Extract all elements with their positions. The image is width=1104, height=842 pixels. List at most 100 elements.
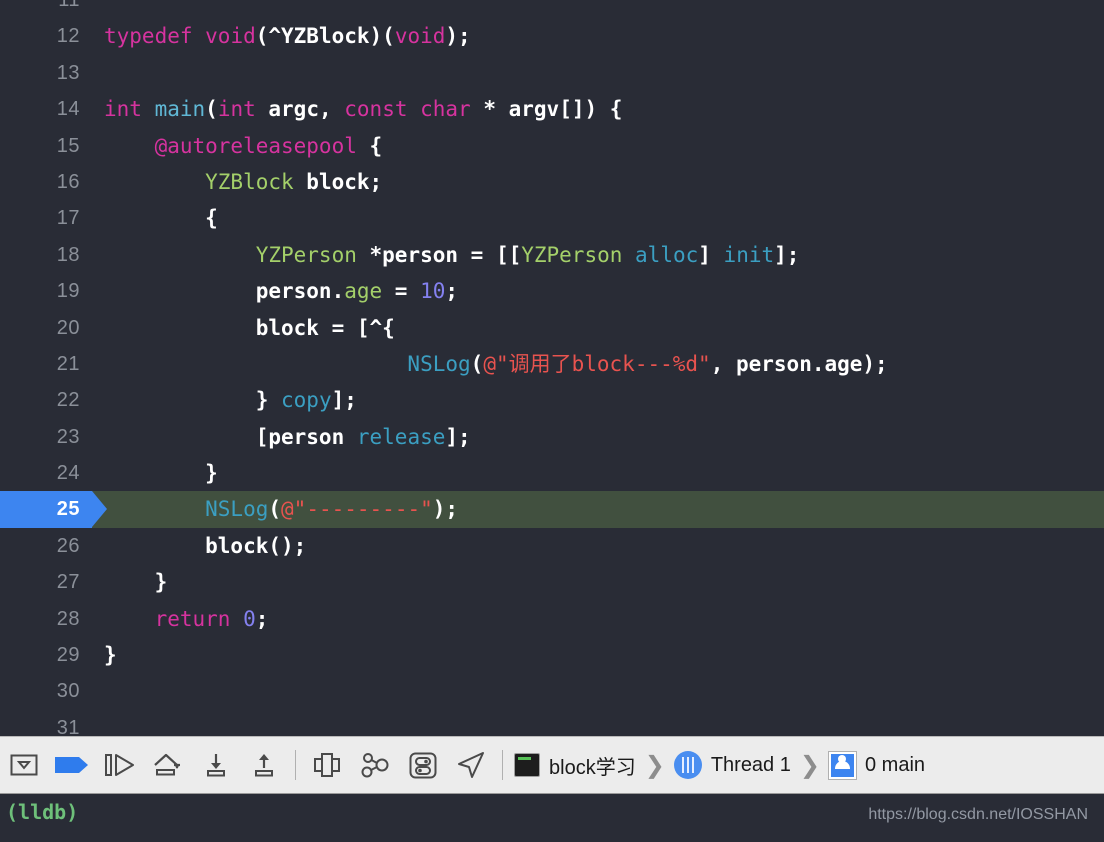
code-token: , — [318, 97, 345, 122]
debug-console[interactable]: (lldb) https://blog.csdn.net/IOSSHAN — [0, 794, 1104, 842]
code-line[interactable]: 24 } — [0, 455, 1104, 491]
code-token: typedef — [104, 24, 206, 49]
code-token: block; — [306, 169, 383, 194]
line-number[interactable]: 18 — [0, 237, 92, 273]
code-line[interactable]: 19 person.age = 10; — [0, 273, 1104, 309]
code-text[interactable]: YZPerson *person = [[YZPerson alloc] ini… — [104, 237, 800, 273]
code-line[interactable]: 29} — [0, 637, 1104, 673]
simulate-location-button[interactable] — [447, 742, 495, 788]
environment-overrides-button[interactable] — [399, 742, 447, 788]
line-number[interactable]: 27 — [0, 564, 92, 600]
code-token: = — [382, 279, 421, 304]
code-text[interactable]: } — [104, 637, 117, 673]
code-line[interactable]: 13 — [0, 55, 1104, 91]
step-out-button[interactable] — [240, 742, 288, 788]
line-number[interactable]: 21 — [0, 346, 92, 382]
code-text[interactable]: person.age = 10; — [104, 273, 458, 309]
code-token: } — [104, 461, 218, 486]
code-line-current[interactable]: 25 NSLog(@"---------"); — [0, 491, 1104, 528]
code-line[interactable]: 17 { — [0, 200, 1104, 236]
code-line[interactable]: 23 [person release]; — [0, 419, 1104, 455]
step-over-button[interactable] — [144, 742, 192, 788]
code-text[interactable]: NSLog(@"---------"); — [104, 491, 458, 527]
line-number[interactable]: 28 — [0, 601, 92, 637]
line-number[interactable]: 12 — [0, 18, 92, 54]
source-editor[interactable]: 11 12 typedef void(^YZBlock)(void); 13 14 int… — [0, 0, 1104, 736]
line-number[interactable]: 23 — [0, 419, 92, 455]
memory-graph-button[interactable] — [351, 742, 399, 788]
breadcrumb-thread[interactable]: Thread 1 — [673, 751, 791, 779]
code-token: argc — [268, 97, 319, 122]
line-number[interactable]: 26 — [0, 528, 92, 564]
code-text[interactable]: return 0; — [104, 601, 269, 637]
code-token: block = [^{ — [104, 315, 395, 340]
line-number[interactable]: 14 — [0, 91, 92, 127]
code-text[interactable]: } copy]; — [104, 382, 357, 418]
code-token: const char — [344, 97, 484, 122]
code-line[interactable]: 21 NSLog(@"调用了block---%d", person.age); — [0, 346, 1104, 382]
line-number[interactable]: 30 — [0, 673, 92, 709]
code-line[interactable]: 30 — [0, 673, 1104, 709]
line-number[interactable]: 31 — [0, 710, 92, 736]
code-line[interactable]: 16 YZBlock block; — [0, 164, 1104, 200]
deactivate-breakpoints-button[interactable] — [48, 742, 96, 788]
code-text[interactable]: @autoreleasepool { — [104, 128, 383, 164]
code-line[interactable]: 31 — [0, 710, 1104, 736]
step-into-button[interactable] — [192, 742, 240, 788]
environment-overrides-icon — [409, 752, 437, 778]
code-line[interactable]: 22 } copy]; — [0, 382, 1104, 418]
code-line[interactable]: 14 int main(int argc, const char * argv[]… — [0, 91, 1104, 127]
code-token: } — [104, 643, 117, 668]
code-token: void — [394, 24, 446, 49]
breadcrumb-frame[interactable]: 0 main — [828, 751, 925, 779]
code-line[interactable]: 18 YZPerson *person = [[YZPerson alloc] … — [0, 237, 1104, 273]
code-token: ; — [255, 606, 269, 631]
line-number[interactable]: 13 — [0, 55, 92, 91]
code-line[interactable]: 28 return 0; — [0, 601, 1104, 637]
line-number[interactable]: 25 — [0, 491, 92, 528]
line-number[interactable]: 19 — [0, 273, 92, 309]
line-number[interactable]: 20 — [0, 310, 92, 346]
code-line[interactable]: 11 — [0, 0, 1104, 18]
line-number[interactable]: 24 — [0, 455, 92, 491]
terminal-app-icon — [514, 753, 540, 777]
code-text[interactable]: } — [104, 564, 168, 600]
code-token: ); — [432, 497, 459, 522]
code-token: ]; — [331, 388, 357, 413]
code-text[interactable]: typedef void(^YZBlock)(void); — [104, 18, 471, 54]
code-token: release — [356, 424, 446, 449]
code-line[interactable]: 20 block = [^{ — [0, 310, 1104, 346]
code-token: main — [154, 97, 206, 122]
line-number[interactable]: 11 — [0, 0, 92, 18]
code-text[interactable]: YZBlock block; — [104, 164, 382, 200]
code-line[interactable]: 12 typedef void(^YZBlock)(void); — [0, 18, 1104, 54]
code-token: NSLog — [104, 351, 471, 376]
code-token: copy — [281, 388, 332, 413]
continue-execution-icon — [105, 754, 134, 776]
line-number[interactable]: 17 — [0, 200, 92, 236]
code-text[interactable]: int main(int argc, const char * argv[]) … — [104, 91, 622, 127]
code-token: @"---------" — [281, 497, 433, 522]
debug-view-hierarchy-button[interactable] — [303, 742, 351, 788]
line-number[interactable]: 29 — [0, 637, 92, 673]
code-text[interactable]: NSLog(@"调用了block---%d", person.age); — [104, 346, 887, 382]
code-token: YZBlock — [104, 169, 307, 194]
code-token: * argv[]) { — [483, 97, 623, 122]
code-line[interactable]: 27 } — [0, 564, 1104, 600]
code-text[interactable]: block = [^{ — [104, 310, 395, 346]
code-line[interactable]: 26 block(); — [0, 528, 1104, 564]
line-number[interactable]: 22 — [0, 382, 92, 418]
line-number[interactable]: 15 — [0, 128, 92, 164]
code-text[interactable]: block(); — [104, 528, 306, 564]
watermark-url: https://blog.csdn.net/IOSSHAN — [868, 806, 1088, 823]
code-text[interactable]: } — [104, 455, 218, 491]
breadcrumb-process[interactable]: block学习 — [514, 751, 636, 780]
line-number[interactable]: 16 — [0, 164, 92, 200]
code-line[interactable]: 15 @autoreleasepool { — [0, 128, 1104, 164]
breadcrumb-chevron-1: ❯ — [644, 751, 665, 779]
lldb-prompt: (lldb) — [6, 800, 79, 824]
continue-button[interactable] — [96, 742, 144, 788]
code-text[interactable]: { — [104, 200, 218, 236]
code-text[interactable]: [person release]; — [104, 419, 471, 455]
hide-debug-area-button[interactable] — [0, 742, 48, 788]
